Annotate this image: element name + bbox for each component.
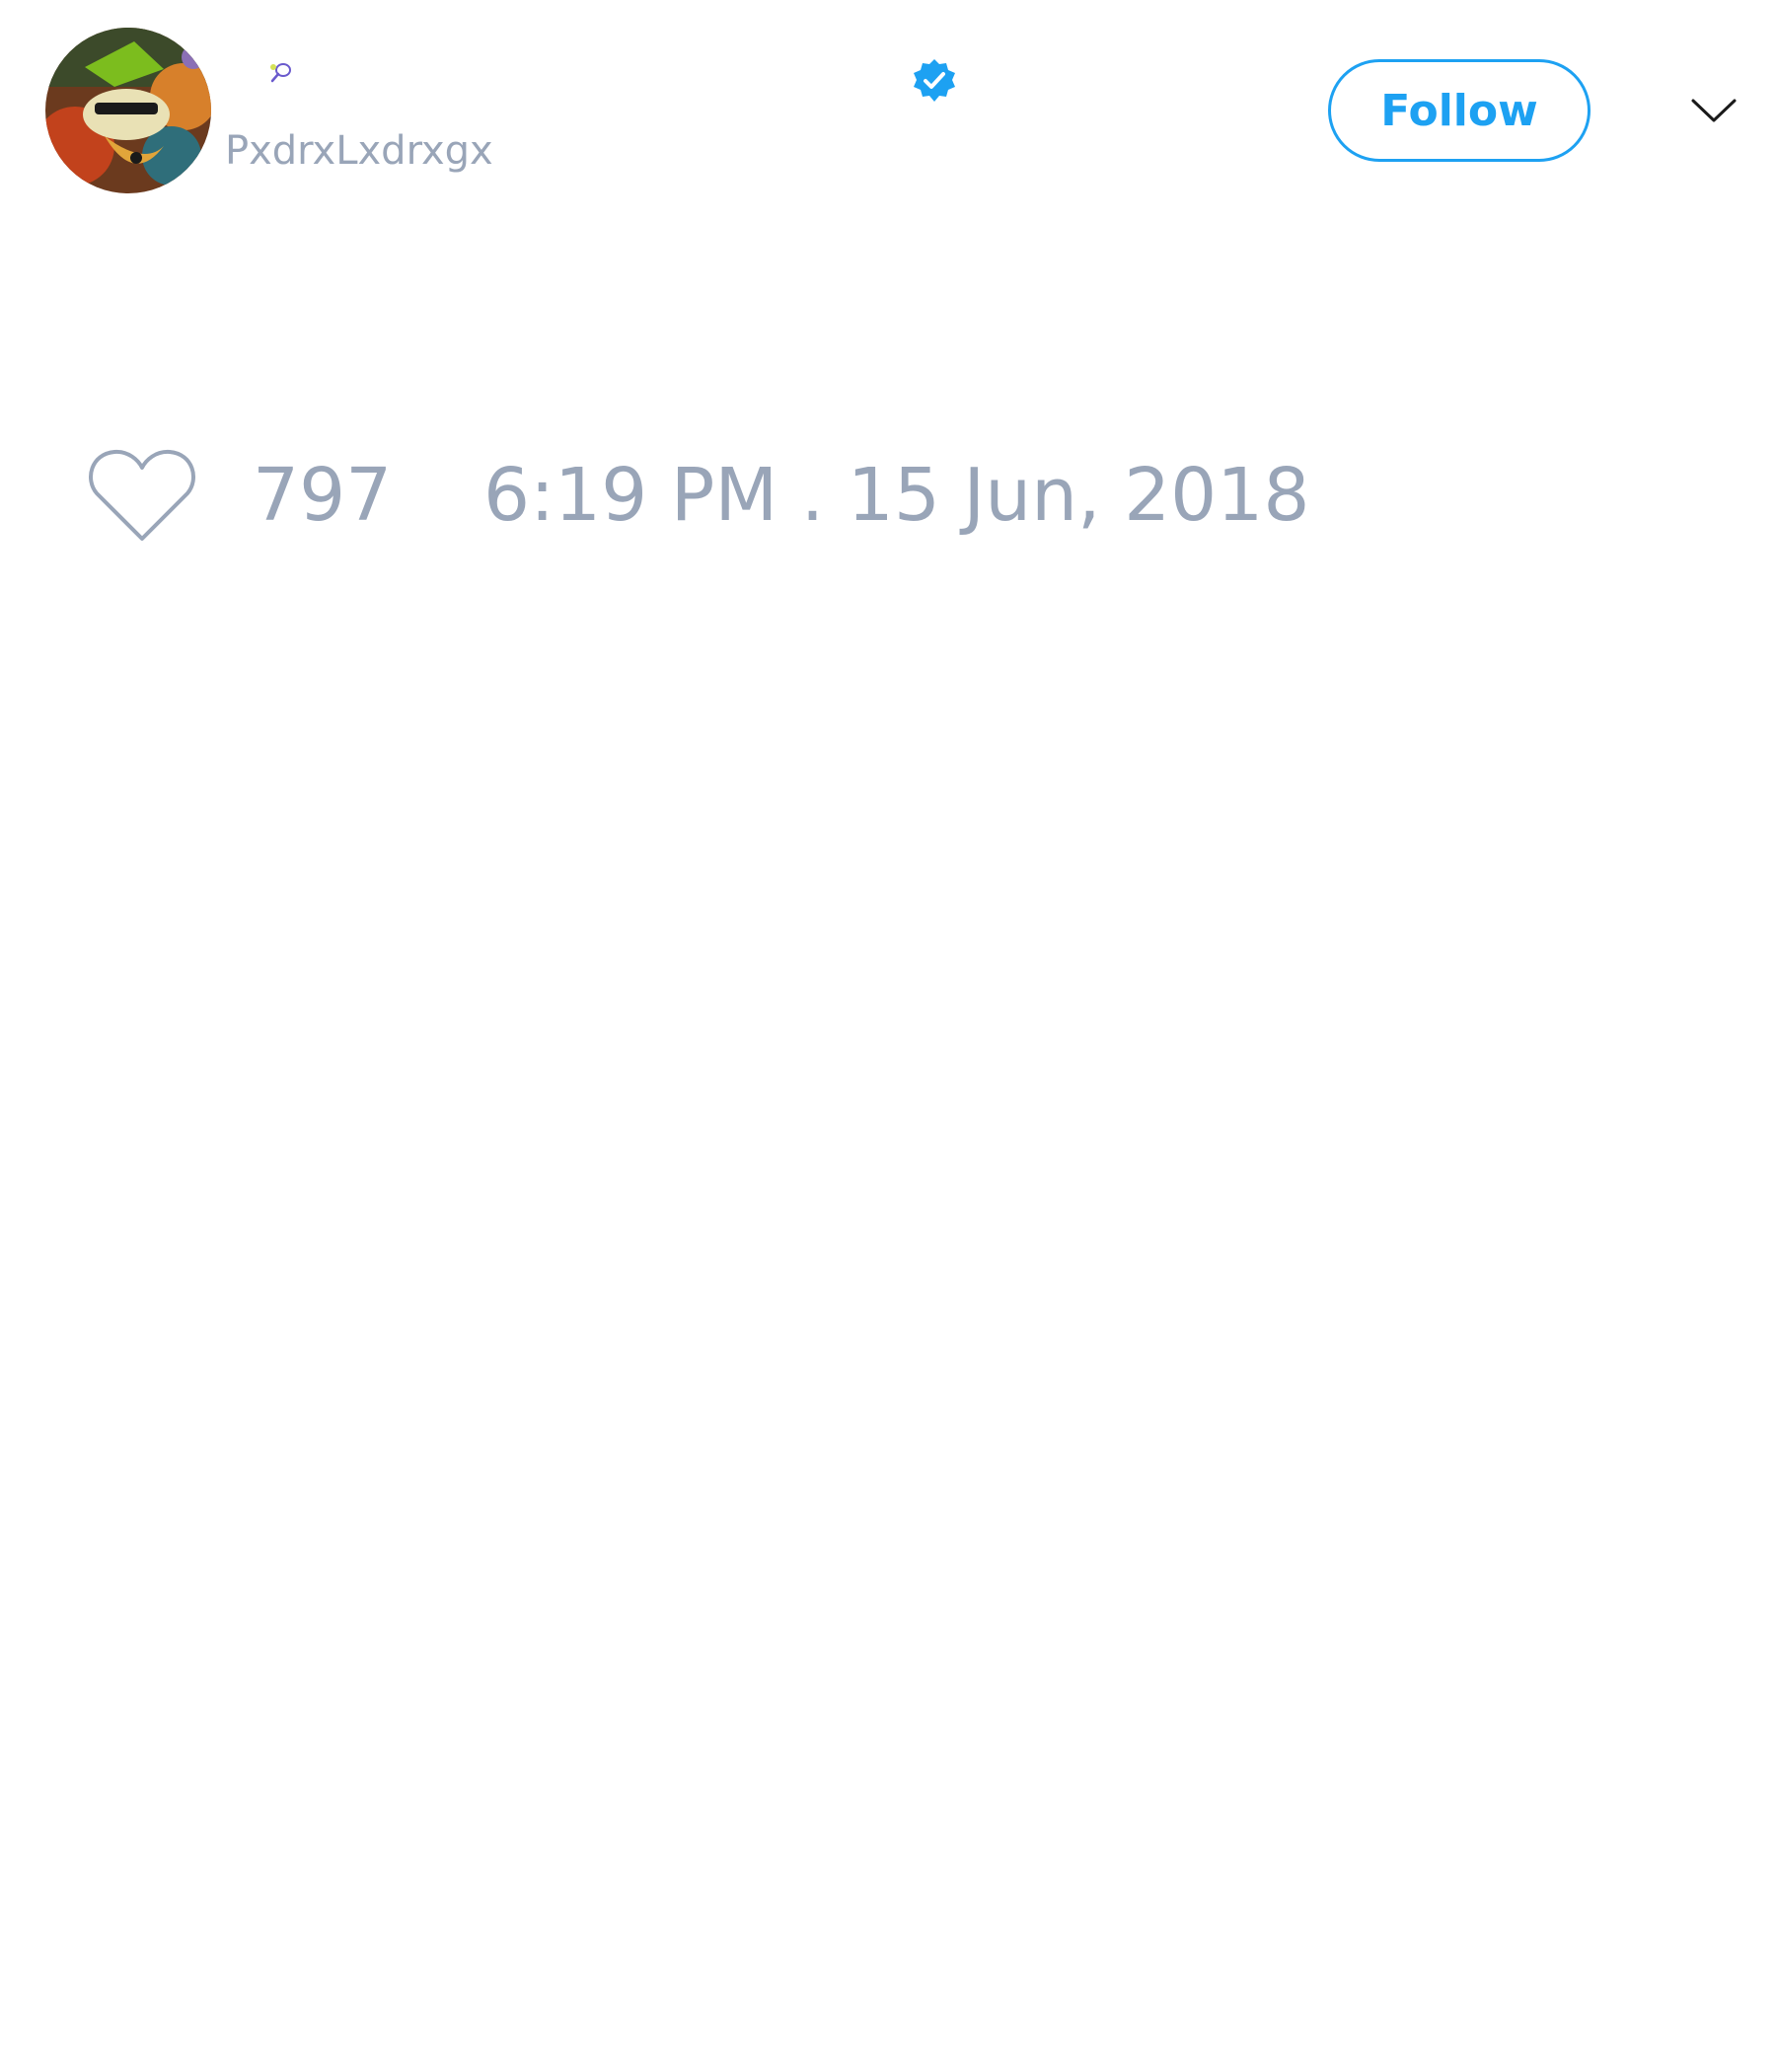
avatar[interactable] <box>45 28 211 193</box>
author-handle[interactable]: PxdrxLxdrxgx <box>225 126 493 176</box>
heart-outline-icon[interactable] <box>87 446 197 545</box>
avatar-image <box>45 28 211 193</box>
like-count: 797 <box>253 453 393 538</box>
follow-button[interactable]: Follow <box>1328 59 1591 162</box>
tweet-timestamp[interactable]: 6:19 PM . 15 Jun, 2018 <box>483 456 1309 535</box>
verified-badge-icon <box>911 57 958 105</box>
chevron-down-icon[interactable] <box>1689 91 1739 130</box>
tennis-racket-icon <box>268 61 292 85</box>
